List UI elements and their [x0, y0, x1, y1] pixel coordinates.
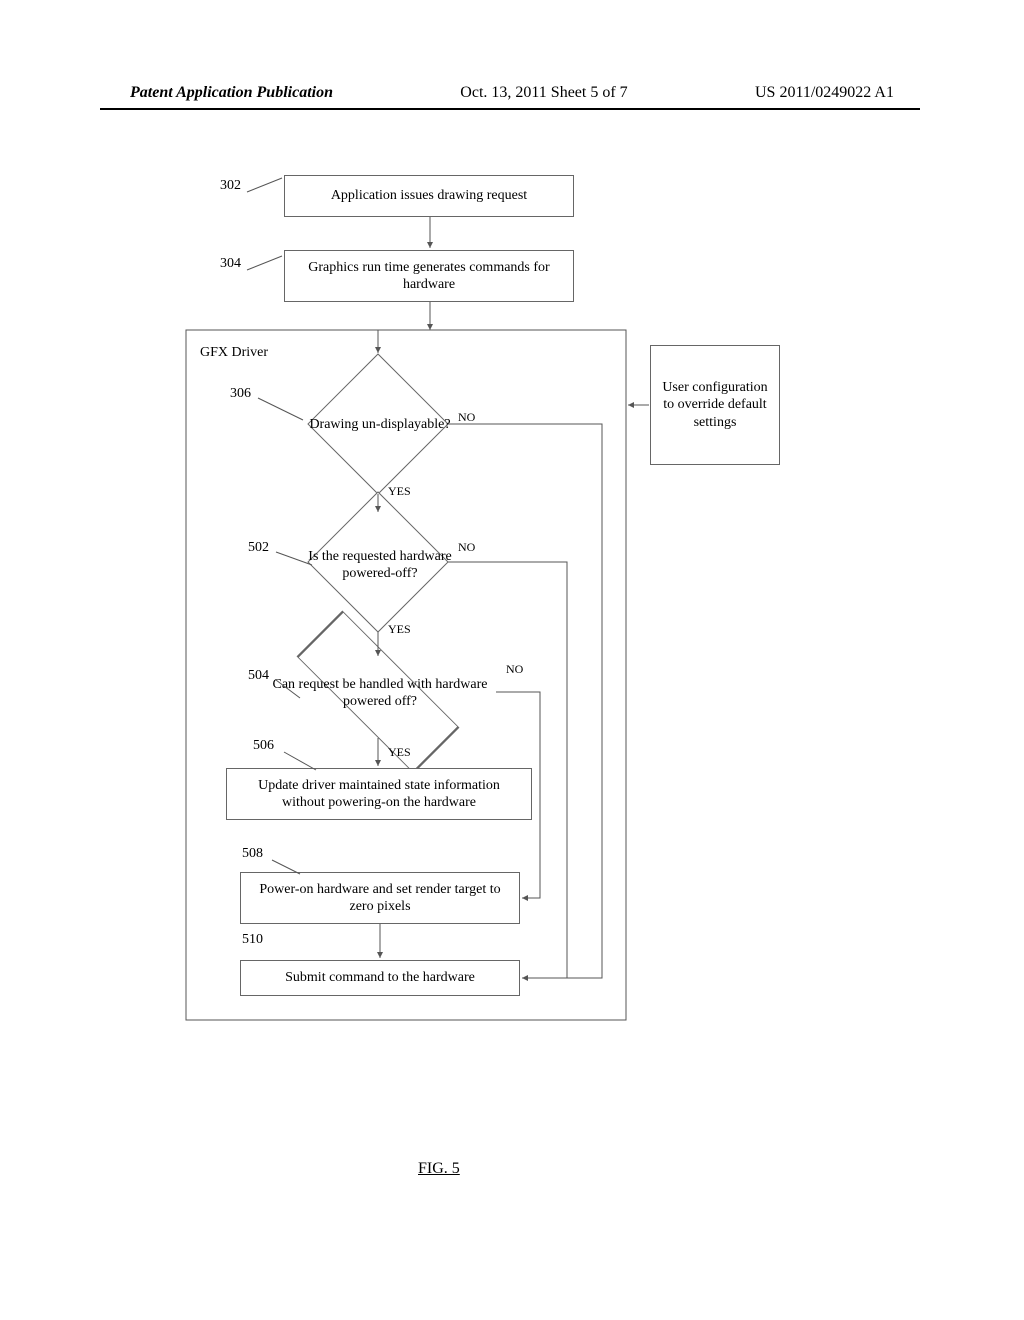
gfx-driver-label: GFX Driver [200, 345, 268, 361]
branch-306-yes: YES [388, 484, 411, 499]
process-506: Update driver maintained state informati… [226, 768, 532, 820]
branch-306-no: NO [458, 410, 475, 425]
branch-504-yes: YES [388, 745, 411, 760]
ref-304: 304 [220, 256, 241, 272]
process-510: Submit command to the hardware [240, 960, 520, 996]
user-config-box: User configuration to override default s… [650, 345, 780, 465]
process-506-text: Update driver maintained state informati… [235, 777, 523, 812]
process-510-text: Submit command to the hardware [285, 969, 475, 987]
ref-506: 506 [253, 738, 274, 754]
decision-504: Can request be handled with hardware pow… [270, 668, 490, 718]
process-508: Power-on hardware and set render target … [240, 872, 520, 924]
ref-510: 510 [242, 932, 263, 948]
decision-502-text: Is the requested hardware powered-off? [300, 548, 460, 583]
branch-502-no: NO [458, 540, 475, 555]
decision-306-text: Drawing un-displayable? [309, 416, 450, 434]
branch-504-no: NO [506, 662, 523, 677]
process-302: Application issues drawing request [284, 175, 574, 217]
process-508-text: Power-on hardware and set render target … [249, 881, 511, 916]
process-304-text: Graphics run time generates commands for… [293, 259, 565, 294]
decision-502: Is the requested hardware powered-off? [300, 530, 460, 600]
ref-504: 504 [248, 668, 269, 684]
decision-306: Drawing un-displayable? [305, 385, 455, 465]
branch-502-yes: YES [388, 622, 411, 637]
process-302-text: Application issues drawing request [331, 187, 527, 205]
ref-502: 502 [248, 540, 269, 556]
ref-302: 302 [220, 178, 241, 194]
ref-508: 508 [242, 846, 263, 862]
ref-306: 306 [230, 386, 251, 402]
process-304: Graphics run time generates commands for… [284, 250, 574, 302]
user-config-text: User configuration to override default s… [659, 379, 771, 432]
diagram-canvas: 302 304 306 502 504 506 508 510 Applicat… [0, 0, 1024, 1320]
figure-caption: FIG. 5 [418, 1160, 460, 1178]
decision-504-text: Can request be handled with hardware pow… [270, 676, 490, 711]
